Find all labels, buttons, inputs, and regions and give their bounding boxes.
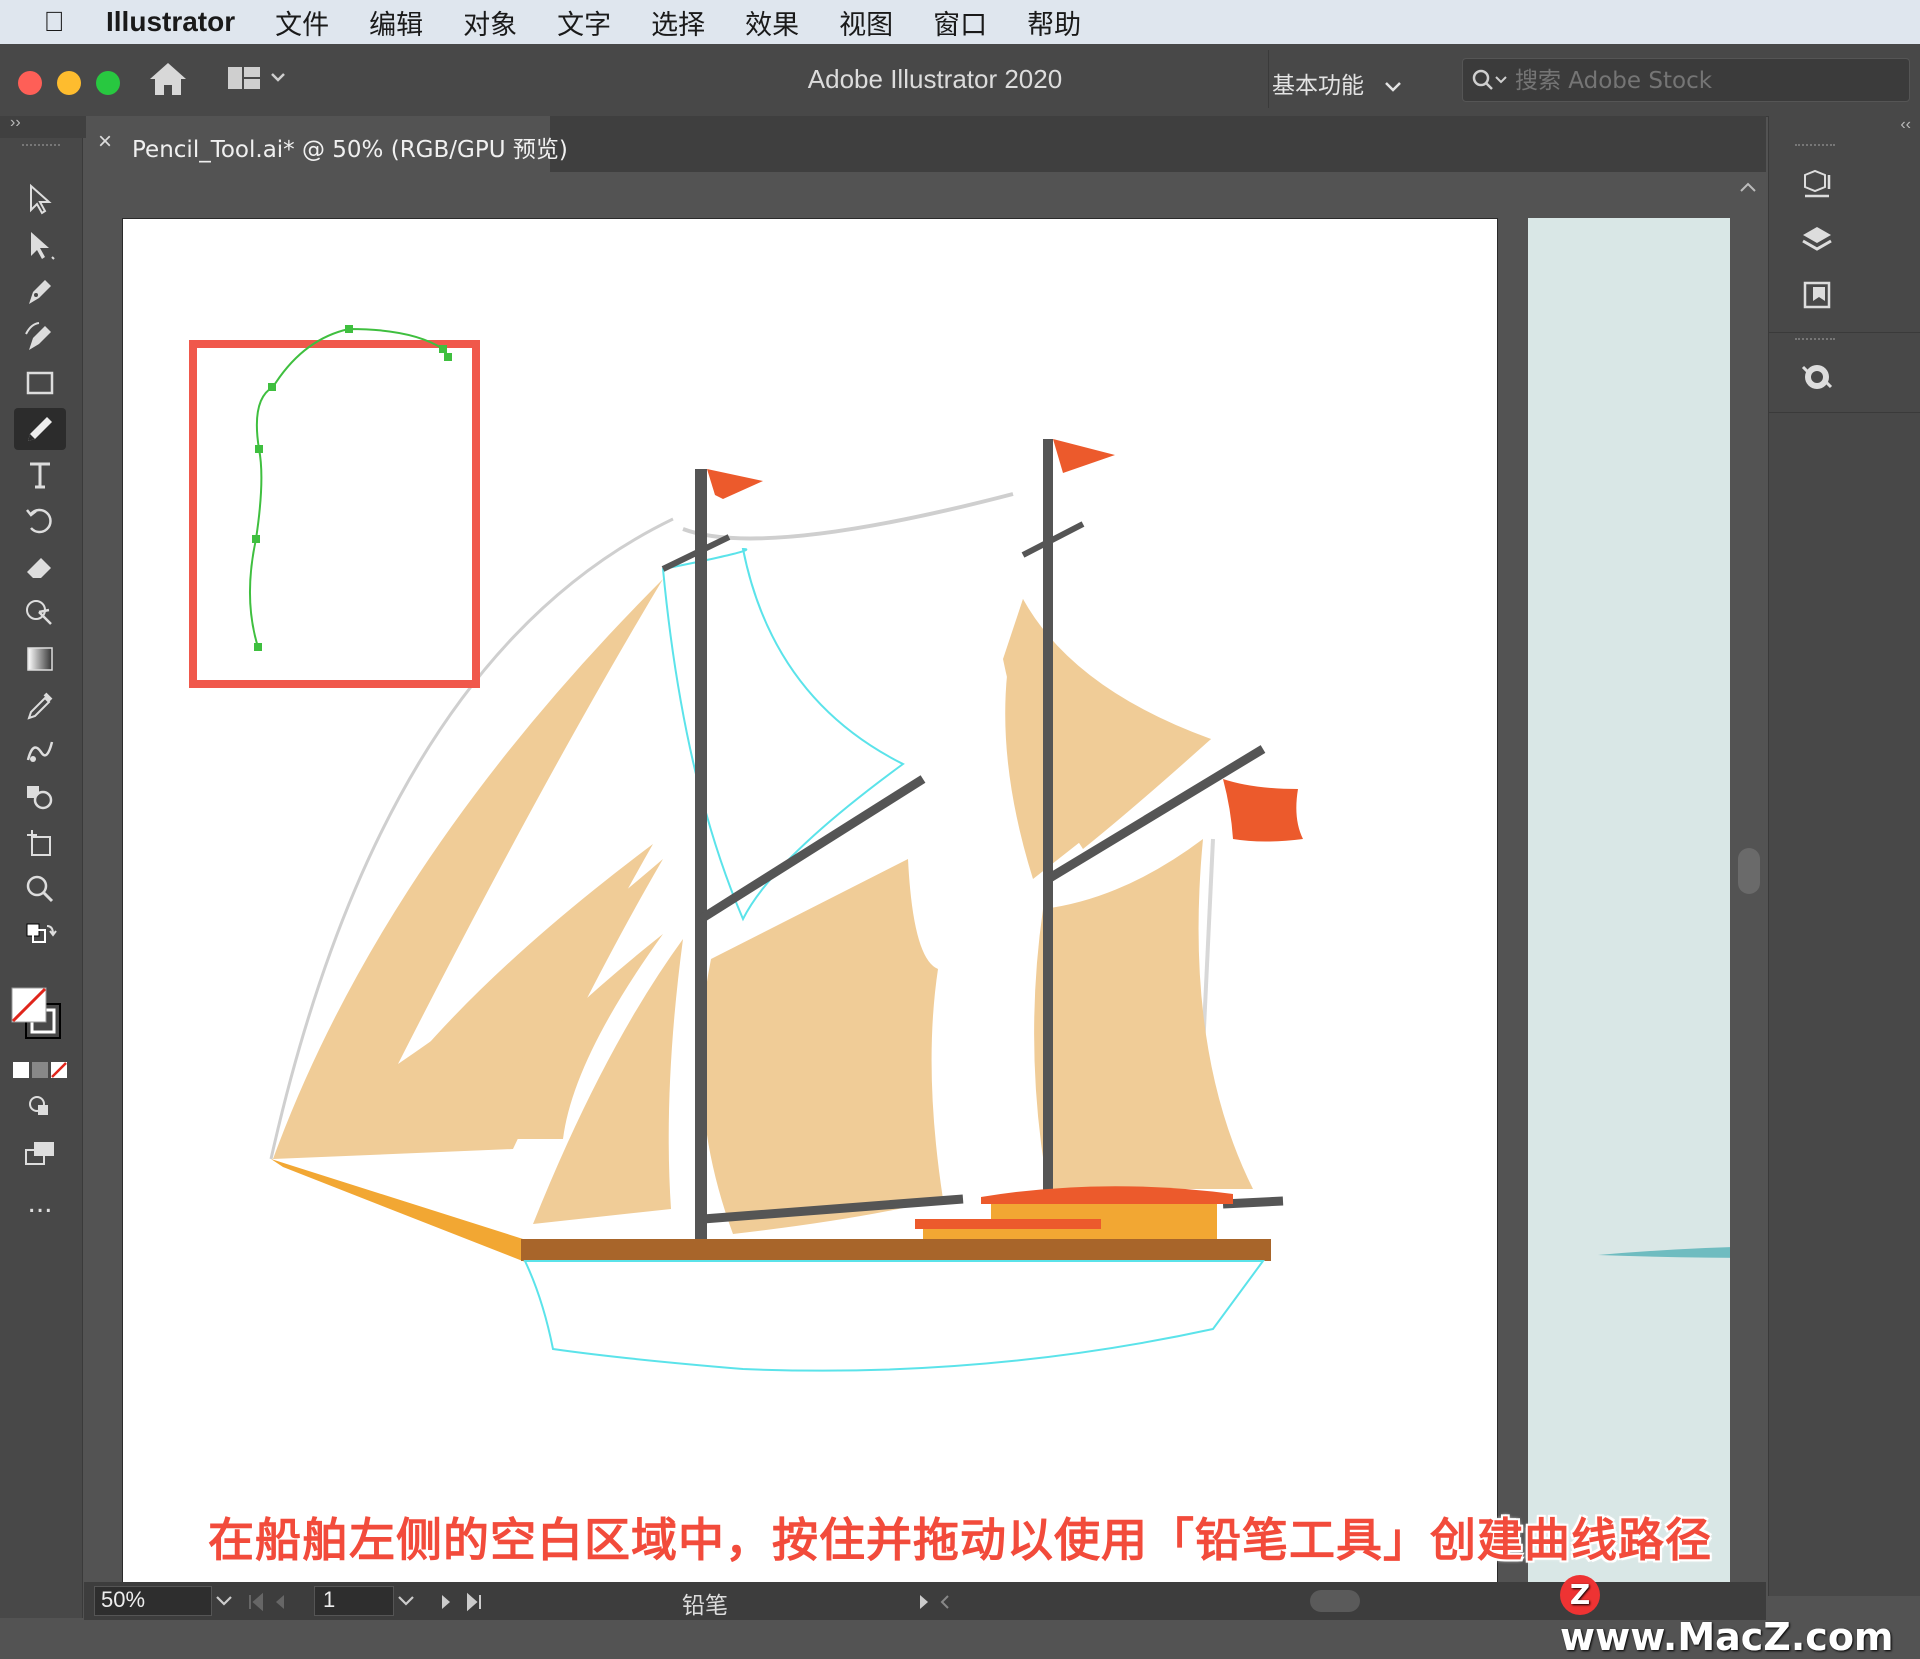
minimize-window-button[interactable] — [57, 71, 81, 95]
scroll-thumb[interactable] — [1738, 848, 1760, 894]
screen-mode-icon[interactable] — [14, 1132, 66, 1174]
application-bar: Adobe Illustrator 2020 基本功能 — [0, 44, 1920, 117]
flag — [707, 469, 763, 499]
workspace-switcher[interactable]: 基本功能 — [1272, 66, 1403, 100]
menu-window[interactable]: 窗口 — [933, 3, 987, 42]
canvas-area[interactable] — [84, 172, 1766, 1592]
mizzen-sail — [1034, 839, 1253, 1189]
scroll-up-icon[interactable] — [1738, 180, 1758, 194]
home-icon[interactable] — [148, 60, 188, 103]
direct-selection-tool-icon[interactable] — [14, 224, 66, 266]
shape-builder-tool-icon[interactable] — [14, 592, 66, 634]
menu-select[interactable]: 选择 — [651, 3, 705, 42]
first-previous-artboard-icon[interactable] — [244, 1592, 304, 1612]
current-tool-label: 铅笔 — [682, 1593, 728, 1619]
menu-object[interactable]: 对象 — [463, 3, 517, 42]
color-mode-icon[interactable] — [12, 1060, 68, 1085]
expand-panels-icon[interactable]: ‹‹ — [1900, 116, 1911, 134]
watermark-text: www.MacZ.com — [1560, 1614, 1894, 1659]
divider — [1769, 332, 1920, 333]
artboards-panel-icon[interactable] — [1791, 270, 1843, 320]
document-tab-bar: × Pencil_Tool.ai* @ 50% (RGB/GPU 预览) — [86, 116, 1766, 172]
rectangle-tool-icon[interactable] — [14, 362, 66, 404]
document-tab-label: Pencil_Tool.ai* @ 50% (RGB/GPU 预览) — [132, 137, 568, 163]
deck — [521, 1239, 1271, 1261]
grip-handle[interactable] — [1795, 338, 1835, 344]
vertical-scrollbar[interactable] — [1730, 172, 1766, 1592]
rigging-line — [682, 492, 1014, 541]
flag — [1223, 779, 1303, 842]
zoom-window-button[interactable] — [96, 71, 120, 95]
curvature-tool-icon[interactable] — [14, 316, 66, 358]
tutorial-caption: 在船舶左侧的空白区域中，按住并拖动以使用「铅笔工具」创建曲线路径 — [208, 1513, 1712, 1567]
rotate-tool-icon[interactable] — [14, 500, 66, 542]
status-menu-icon[interactable] — [916, 1592, 956, 1612]
symbol-sprayer-tool-icon[interactable] — [14, 776, 66, 818]
right-panel-dock: ‹‹ — [1768, 116, 1920, 1596]
artboard-dropdown-icon[interactable] — [396, 1594, 416, 1608]
workspace-label: 基本功能 — [1272, 73, 1364, 99]
divider — [1268, 50, 1269, 108]
highlight-box — [189, 340, 480, 688]
document-tab[interactable]: × Pencil_Tool.ai* @ 50% (RGB/GPU 预览) — [86, 116, 568, 172]
artboard-tool-icon[interactable] — [14, 822, 66, 864]
menu-bar:  Illustrator 文件 编辑 对象 文字 选择 效果 视图 窗口 帮助 — [0, 0, 1920, 44]
hull-outline — [523, 1260, 1265, 1372]
more-tools-button[interactable]: ... — [14, 1182, 66, 1224]
status-bar: 50% 1 铅笔 — [84, 1582, 1766, 1620]
app-title: Adobe Illustrator 2020 — [807, 64, 1063, 94]
apple-icon[interactable]:  — [24, 6, 84, 38]
search-icon — [1472, 69, 1507, 90]
arrange-documents-icon[interactable] — [226, 64, 286, 99]
watermark-logo-icon: Z — [1560, 1574, 1600, 1615]
sailboat-artwork — [189, 325, 1303, 1372]
grip-handle[interactable] — [22, 144, 60, 150]
close-tab-icon[interactable]: × — [98, 128, 112, 156]
menu-edit[interactable]: 编辑 — [369, 3, 423, 42]
bowsprit — [271, 1159, 543, 1269]
menu-type[interactable]: 文字 — [557, 3, 611, 42]
search-input[interactable] — [1513, 59, 1897, 103]
libraries-icon[interactable] — [1791, 160, 1843, 210]
menu-effect[interactable]: 效果 — [745, 3, 799, 42]
menu-file[interactable]: 文件 — [275, 3, 329, 42]
tools-panel: ... — [0, 138, 83, 1618]
close-window-button[interactable] — [18, 71, 42, 95]
foresail — [1005, 599, 1211, 879]
divider — [1769, 412, 1920, 413]
appearance-icon[interactable] — [1791, 352, 1843, 402]
drawing-mode-icon[interactable] — [14, 1086, 66, 1128]
type-tool-icon[interactable] — [14, 454, 66, 496]
next-last-artboard-icon[interactable] — [434, 1592, 494, 1612]
zoom-level-field[interactable]: 50% — [94, 1586, 212, 1616]
horizontal-scroll-thumb[interactable] — [1310, 1590, 1360, 1612]
collapse-arrows-icon[interactable]: ›› — [10, 114, 21, 132]
zoom-dropdown-icon[interactable] — [214, 1594, 234, 1608]
artboard[interactable] — [122, 218, 1498, 1592]
blend-tool-icon[interactable] — [14, 730, 66, 772]
menu-help[interactable]: 帮助 — [1027, 3, 1081, 42]
layers-icon[interactable] — [1791, 216, 1843, 266]
selection-tool-icon[interactable] — [14, 178, 66, 220]
grip-handle[interactable] — [1795, 144, 1835, 150]
zoom-tool-icon[interactable] — [14, 868, 66, 910]
watermark: Zwww.MacZ.com — [1560, 1570, 1920, 1659]
mainsail — [700, 859, 943, 1234]
default-fill-stroke-icon[interactable] — [14, 916, 66, 958]
stock-search-field[interactable] — [1462, 58, 1910, 103]
pen-tool-icon[interactable] — [14, 270, 66, 312]
flag — [1053, 439, 1115, 473]
fill-stroke-swatch[interactable] — [10, 986, 74, 1051]
menu-view[interactable]: 视图 — [839, 3, 893, 42]
gradient-tool-icon[interactable] — [14, 638, 66, 680]
rigging-line — [1201, 838, 1215, 1050]
cabin-step — [915, 1219, 1101, 1229]
eyedropper-tool-icon[interactable] — [14, 684, 66, 726]
pencil-tool-icon[interactable] — [14, 408, 66, 450]
menu-app-name[interactable]: Illustrator — [106, 6, 235, 38]
artboard-number-field[interactable]: 1 — [314, 1586, 394, 1616]
eraser-tool-icon[interactable] — [14, 546, 66, 588]
toolbar-collapse-strip[interactable]: ›› — [0, 114, 86, 138]
